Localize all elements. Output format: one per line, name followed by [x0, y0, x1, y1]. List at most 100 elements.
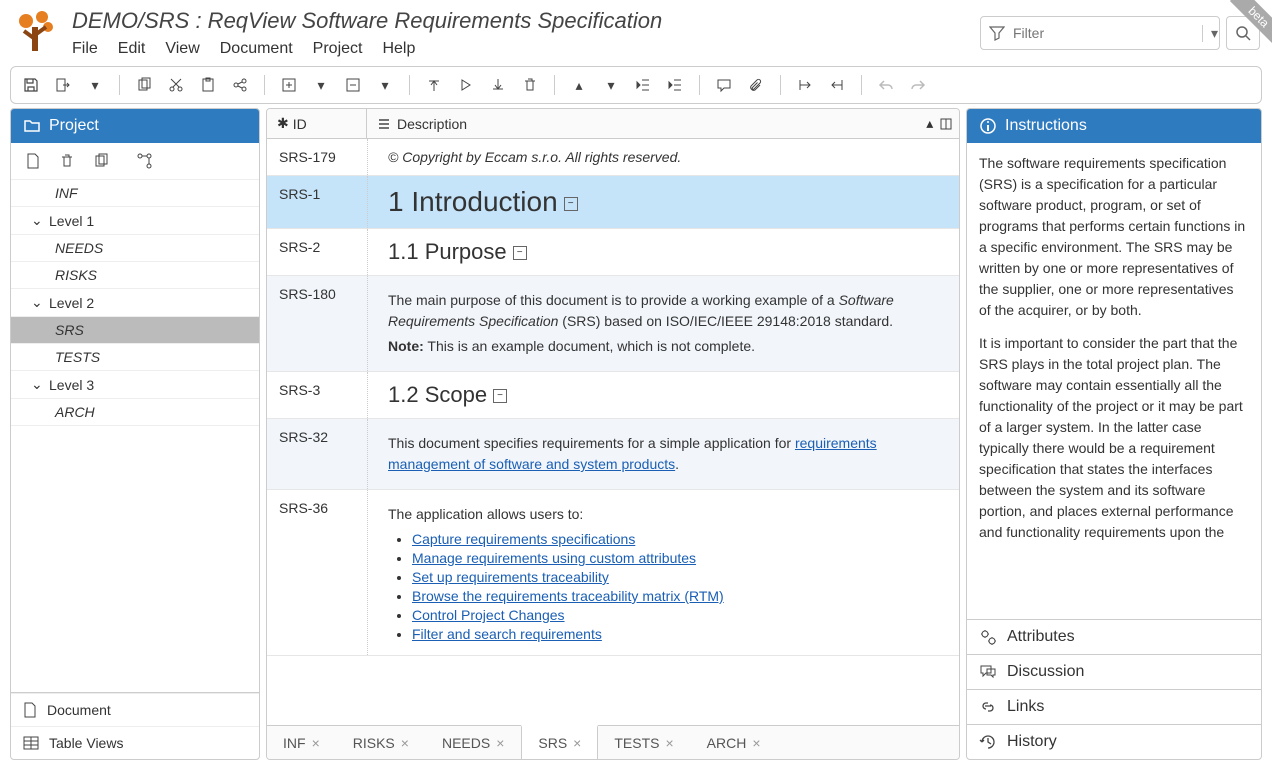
project-panel-title: Project	[49, 117, 99, 135]
table-row[interactable]: SRS-32 This document specifies requireme…	[267, 419, 959, 490]
link[interactable]: Set up requirements traceability	[412, 569, 609, 585]
play-icon[interactable]	[454, 73, 478, 97]
delete-icon[interactable]	[518, 73, 542, 97]
accordion-history[interactable]: History	[967, 724, 1261, 759]
redo-icon[interactable]	[906, 73, 930, 97]
chevron-down-icon[interactable]: ⌄	[31, 294, 45, 311]
document-tab[interactable]: TESTS×	[598, 726, 690, 759]
document-tab[interactable]: NEEDS×	[426, 726, 521, 759]
tree-item[interactable]: NEEDS	[11, 235, 259, 262]
chevron-down-icon[interactable]: ⌄	[31, 212, 45, 229]
collapse-icon[interactable]: −	[493, 389, 507, 403]
tree-item[interactable]: ARCH	[11, 399, 259, 426]
document-tab[interactable]: INF×	[267, 726, 337, 759]
table-row[interactable]: SRS-3 1.2 Scope−	[267, 372, 959, 419]
attachment-icon[interactable]	[744, 73, 768, 97]
share-icon[interactable]	[228, 73, 252, 97]
close-icon[interactable]: ×	[573, 735, 581, 751]
table-row[interactable]: SRS-2 1.1 Purpose−	[267, 229, 959, 276]
table-row[interactable]: SRS-36 The application allows users to: …	[267, 490, 959, 656]
save-icon[interactable]	[19, 73, 43, 97]
accordion-links[interactable]: Links	[967, 689, 1261, 724]
export-icon[interactable]	[51, 73, 75, 97]
document-tab[interactable]: SRS×	[521, 725, 598, 759]
instructions-text: It is important to consider the part tha…	[979, 333, 1249, 543]
document-body[interactable]: SRS-179 © Copyright by Eccam s.r.o. All …	[267, 139, 959, 725]
accordion-discussion[interactable]: Discussion	[967, 654, 1261, 689]
filter-input[interactable]	[1013, 25, 1194, 41]
collapse-icon[interactable]: −	[564, 197, 578, 211]
link[interactable]: Manage requirements using custom attribu…	[412, 550, 696, 566]
sort-up-icon[interactable]: ▴	[926, 115, 933, 132]
columns-config-icon[interactable]	[940, 118, 952, 130]
link-out-icon[interactable]	[793, 73, 817, 97]
demote-icon[interactable]	[486, 73, 510, 97]
outdent-icon[interactable]	[631, 73, 655, 97]
tree-structure-icon[interactable]	[133, 149, 157, 173]
filter-dropdown-icon[interactable]: ▾	[1202, 25, 1218, 42]
comment-icon[interactable]	[712, 73, 736, 97]
column-description-header[interactable]: Description	[367, 109, 919, 138]
add-icon[interactable]	[277, 73, 301, 97]
tree-item[interactable]: ⌄Level 2	[11, 289, 259, 317]
promote-icon[interactable]	[422, 73, 446, 97]
tree-item[interactable]: SRS	[11, 317, 259, 344]
table-row[interactable]: SRS-180 The main purpose of this documen…	[267, 276, 959, 372]
table-row[interactable]: SRS-179 © Copyright by Eccam s.r.o. All …	[267, 139, 959, 176]
paste-icon[interactable]	[196, 73, 220, 97]
info-icon	[979, 117, 997, 135]
row-id: SRS-180	[267, 276, 367, 371]
menu-project[interactable]: Project	[313, 40, 363, 58]
instructions-body[interactable]: The software requirements specification …	[967, 143, 1261, 619]
menu-document[interactable]: Document	[220, 40, 293, 58]
table-row[interactable]: SRS-1 1 Introduction−	[267, 176, 959, 229]
trash-icon[interactable]	[55, 149, 79, 173]
tableviews-tab-label: Table Views	[49, 735, 123, 751]
export-caret-icon[interactable]: ▾	[83, 73, 107, 97]
tree-item[interactable]: INF	[11, 180, 259, 207]
filter-box[interactable]: ▾	[980, 16, 1220, 50]
document-tab[interactable]: Document	[11, 693, 259, 726]
document-tab[interactable]: RISKS×	[337, 726, 426, 759]
close-icon[interactable]: ×	[496, 735, 504, 751]
move-down-icon[interactable]: ▾	[599, 73, 623, 97]
accordion-attributes[interactable]: Attributes	[967, 619, 1261, 654]
instructions-text: The software requirements specification …	[979, 153, 1249, 321]
link[interactable]: Filter and search requirements	[412, 626, 602, 642]
menu-view[interactable]: View	[165, 40, 199, 58]
column-id-header[interactable]: ✱ ID	[267, 109, 367, 138]
move-up-icon[interactable]: ▴	[567, 73, 591, 97]
tree-item[interactable]: ⌄Level 3	[11, 371, 259, 399]
indent-icon[interactable]	[663, 73, 687, 97]
tableviews-tab[interactable]: Table Views	[11, 726, 259, 759]
add-caret-icon[interactable]: ▾	[309, 73, 333, 97]
tree-item[interactable]: ⌄Level 1	[11, 207, 259, 235]
remove-caret-icon[interactable]: ▾	[373, 73, 397, 97]
collapse-icon[interactable]: −	[513, 246, 527, 260]
document-icon	[23, 702, 37, 718]
tree-item[interactable]: TESTS	[11, 344, 259, 371]
close-icon[interactable]: ×	[665, 735, 673, 751]
close-icon[interactable]: ×	[401, 735, 409, 751]
close-icon[interactable]: ×	[312, 735, 320, 751]
tree-item[interactable]: RISKS	[11, 262, 259, 289]
copy-icon[interactable]	[132, 73, 156, 97]
new-doc-icon[interactable]	[21, 149, 45, 173]
duplicate-icon[interactable]	[89, 149, 113, 173]
remove-icon[interactable]	[341, 73, 365, 97]
close-icon[interactable]: ×	[752, 735, 760, 751]
link-in-icon[interactable]	[825, 73, 849, 97]
project-panel: Project INF⌄Level 1NEEDSRISKS⌄Level 2SRS…	[10, 108, 260, 760]
menu-edit[interactable]: Edit	[118, 40, 146, 58]
undo-icon[interactable]	[874, 73, 898, 97]
cut-icon[interactable]	[164, 73, 188, 97]
link[interactable]: Control Project Changes	[412, 607, 565, 623]
link[interactable]: Capture requirements specifications	[412, 531, 635, 547]
row-description: 1.1 Purpose−	[367, 229, 959, 275]
document-tab[interactable]: ARCH×	[691, 726, 778, 759]
menu-file[interactable]: File	[72, 40, 98, 58]
chevron-down-icon[interactable]: ⌄	[31, 376, 45, 393]
menu-help[interactable]: Help	[382, 40, 415, 58]
instructions-title: Instructions	[1005, 117, 1087, 135]
link[interactable]: Browse the requirements traceability mat…	[412, 588, 724, 604]
